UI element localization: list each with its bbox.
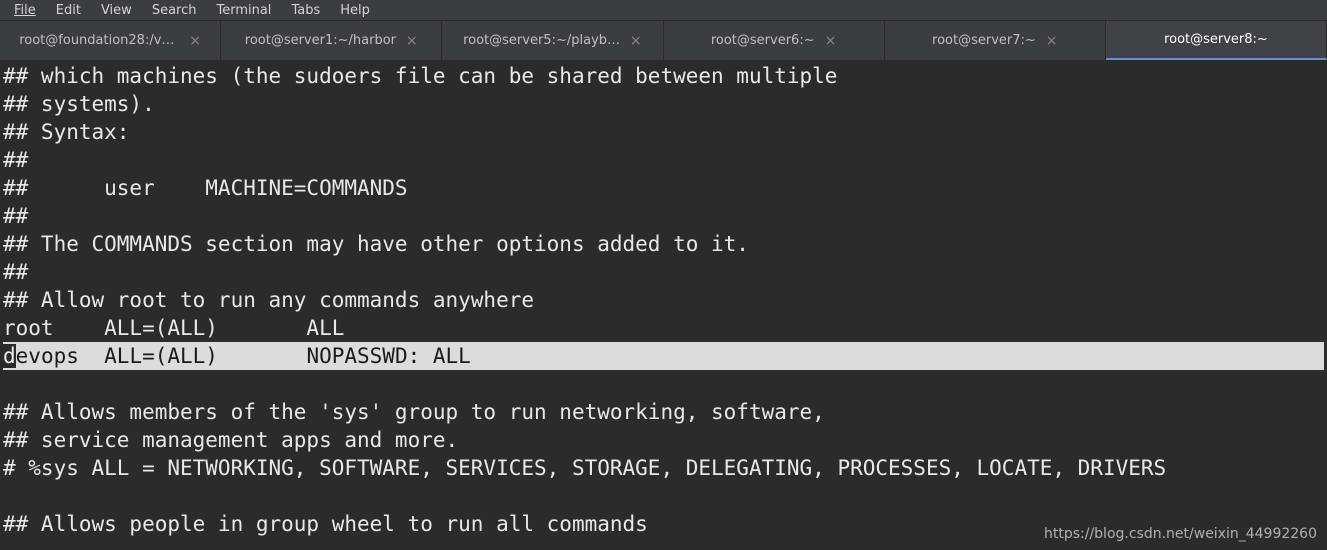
terminal-line: devops ALL=(ALL) NOPASSWD: ALL: [3, 342, 1324, 370]
tab-label: root@server1:~/harbor: [245, 33, 396, 48]
tab-server7[interactable]: root@server7:~ ×: [885, 21, 1106, 60]
menubar: File Edit View Search Terminal Tabs Help: [0, 0, 1327, 20]
close-icon[interactable]: ×: [1046, 34, 1058, 48]
menu-help[interactable]: Help: [330, 1, 380, 20]
close-icon[interactable]: ×: [825, 34, 837, 48]
terminal-cursor: d: [3, 344, 16, 368]
tab-label: root@server7:~: [932, 33, 1036, 48]
menu-search[interactable]: Search: [142, 1, 207, 20]
menu-tabs[interactable]: Tabs: [281, 1, 330, 20]
tab-foundation28[interactable]: root@foundation28:/va… ×: [0, 21, 221, 60]
tabbar: root@foundation28:/va… × root@server1:~/…: [0, 20, 1327, 60]
terminal-line: ## The COMMANDS section may have other o…: [3, 230, 1324, 258]
menu-file[interactable]: File: [4, 1, 46, 20]
tab-server8[interactable]: root@server8:~: [1106, 21, 1327, 60]
terminal-line: ##: [3, 202, 1324, 230]
tab-server5[interactable]: root@server5:~/playb… ×: [442, 21, 663, 60]
terminal-line: ## Syntax:: [3, 118, 1324, 146]
terminal-viewport[interactable]: ## which machines (the sudoers file can …: [0, 60, 1327, 550]
terminal-line: [3, 482, 1324, 510]
terminal-line: root ALL=(ALL) ALL: [3, 314, 1324, 342]
menu-edit[interactable]: Edit: [46, 1, 91, 20]
terminal-line: ## Allow root to run any commands anywhe…: [3, 286, 1324, 314]
menu-terminal[interactable]: Terminal: [206, 1, 281, 20]
menu-view[interactable]: View: [91, 1, 142, 20]
tab-server6[interactable]: root@server6:~ ×: [664, 21, 885, 60]
terminal-line: ##: [3, 146, 1324, 174]
terminal-line: ## service management apps and more.: [3, 426, 1324, 454]
tab-label: root@server6:~: [711, 33, 815, 48]
close-icon[interactable]: ×: [406, 34, 418, 48]
terminal-line: # %sys ALL = NETWORKING, SOFTWARE, SERVI…: [3, 454, 1324, 482]
tab-label: root@foundation28:/va…: [19, 33, 179, 48]
close-icon[interactable]: ×: [189, 34, 201, 48]
terminal-line: [3, 370, 1324, 398]
terminal-line: ##: [3, 258, 1324, 286]
tab-label: root@server8:~: [1164, 32, 1268, 47]
terminal-line: ## Allows members of the 'sys' group to …: [3, 398, 1324, 426]
terminal-line: ## which machines (the sudoers file can …: [3, 62, 1324, 90]
terminal-line: ## user MACHINE=COMMANDS: [3, 174, 1324, 202]
watermark-text: https://blog.csdn.net/weixin_44992260: [1044, 526, 1317, 542]
close-icon[interactable]: ×: [630, 34, 642, 48]
terminal-line: ## systems).: [3, 90, 1324, 118]
tab-label: root@server5:~/playb…: [463, 33, 620, 48]
tab-server1[interactable]: root@server1:~/harbor ×: [221, 21, 442, 60]
